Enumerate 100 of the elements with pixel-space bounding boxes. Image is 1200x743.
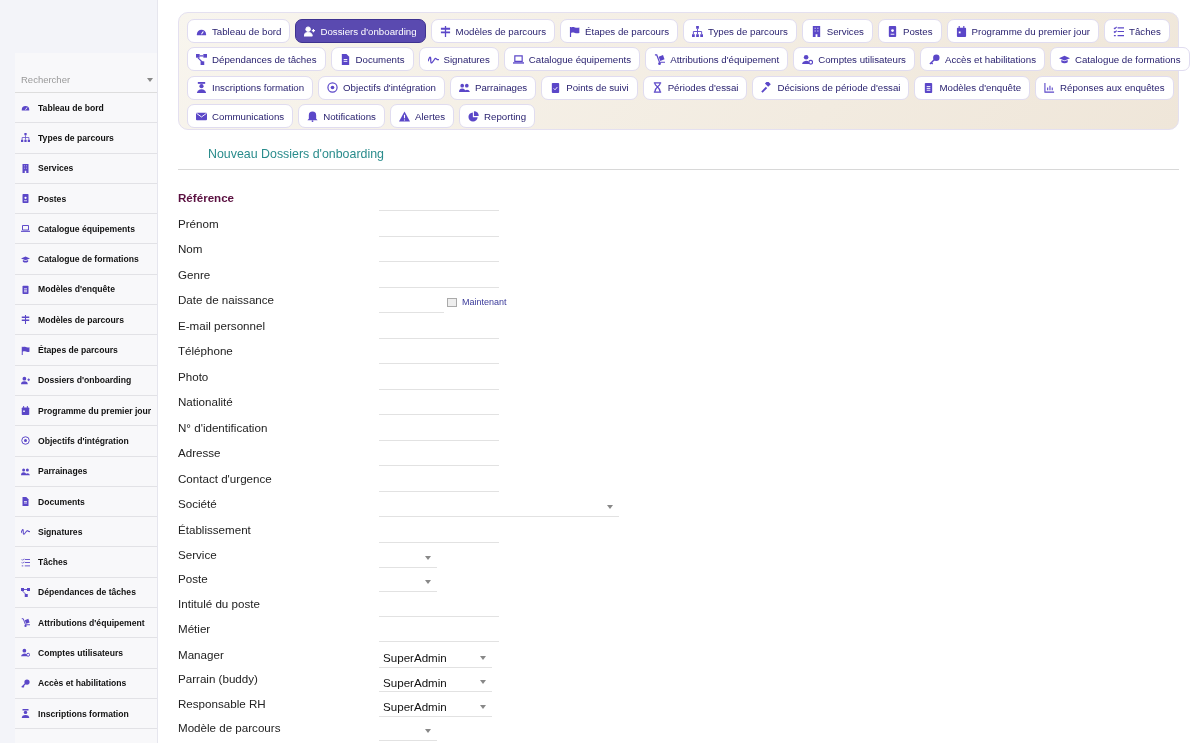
sidebar-item[interactable]: Documents [15,486,157,518]
dropdown[interactable]: SuperAdmin [379,697,492,717]
sidebar-item[interactable]: Comptes utilisateurs [15,638,157,669]
sidebar-item[interactable]: Étapes de parcours [15,335,157,366]
nav-tab[interactable]: Types de parcours [683,19,797,44]
clipboard-check-icon [550,82,562,94]
field-label: Téléphone [178,343,234,358]
sidebar-item[interactable]: Tâches [15,547,157,578]
field-label: Prénom [178,215,220,231]
caret-icon [480,655,486,660]
key-icon [928,53,940,65]
field-label: Responsable RH [178,695,267,711]
user-plus-icon [21,375,30,385]
sidebar-item[interactable]: Modèles de parcours [15,305,157,336]
sidebar-item[interactable]: Signatures [15,517,157,548]
users-icon [458,82,470,94]
signpost-icon [439,25,451,37]
signature-icon [21,527,30,537]
sidebar-item[interactable]: Parrainages [15,456,157,487]
sidebar-item[interactable]: Modèles d'enquête [15,274,157,306]
nav-tab[interactable]: Attributions d'équipement [645,47,789,72]
sidebar-item[interactable]: Programme du premier jour [15,395,157,427]
dropdown[interactable]: SuperAdmin [379,673,492,693]
gavel-icon [761,82,773,94]
nav-tab[interactable]: Signatures [418,47,499,72]
nav-tab[interactable]: Catalogue équipements [503,47,641,72]
sidebar-item[interactable]: Attributions d'équipement [15,608,157,639]
caret-icon [480,680,486,685]
field-label: Métier [178,621,212,637]
graduation-cap-icon [21,254,30,264]
sidebar-item[interactable]: Postes [15,183,157,215]
sidebar-item[interactable]: Objectifs d'intégration [15,426,157,457]
nav-tab[interactable]: Postes [877,19,942,44]
hierarchy-icon [692,25,704,37]
target-icon [21,436,30,446]
nav-tab[interactable]: Services [801,19,873,44]
nav-tab[interactable]: Points de suivi [541,75,638,100]
calendar-icon [21,406,30,416]
caret-icon [147,77,153,82]
user-gear-icon [21,648,30,658]
nav-tab[interactable]: Tâches [1104,19,1170,44]
nav-tab[interactable]: Modèles d'enquête [914,75,1031,100]
field-label: Contact d'urgence [178,470,273,486]
nav-tab[interactable]: Comptes utilisateurs [793,47,915,72]
field-label: Date de naissance [178,292,276,307]
hand-truck-icon [654,53,666,65]
now-link[interactable]: Maintenant [447,297,507,307]
nav-tab[interactable]: Inscriptions formation [187,75,314,100]
nav-tab[interactable]: Catalogue de formations [1050,47,1190,72]
nodes-icon [196,53,207,65]
field-label: Service [178,547,218,562]
gauge-icon [21,103,30,113]
calendar-icon [955,25,967,37]
nav-tab[interactable]: Tableau de bord [187,19,291,44]
nav-tab[interactable]: Parrainages [449,75,537,100]
sidebar-item[interactable]: Inscriptions formation [15,698,157,730]
users-icon [21,466,30,476]
nav-tab[interactable]: Alertes [389,104,455,129]
field-label: Modèle de parcours [178,719,282,735]
document-icon [339,53,351,65]
nav-tab[interactable]: Programme du premier jour [946,19,1099,44]
nav-tab[interactable]: Périodes d'essai [642,75,748,100]
sidebar-item[interactable]: Accès et habilitations [15,668,157,699]
teacher-icon [196,82,207,94]
field-label: Établissement [178,521,252,537]
nav-tab[interactable]: Notifications [298,104,385,129]
field-label: Manager [178,646,225,662]
sidebar-item[interactable]: Catalogue équipements [15,214,157,245]
nav-tab[interactable]: Documents [330,47,414,72]
sidebar-item[interactable]: Services [15,153,157,184]
field-label: Intitulé du poste [178,595,261,611]
sidebar-item[interactable]: Types de parcours [15,123,157,154]
signpost-icon [21,315,30,325]
nav-tab[interactable]: Reporting [459,104,536,129]
checklist-icon [1113,25,1124,37]
nav-tab[interactable]: Modèles de parcours [430,19,556,44]
nav-tab[interactable]: Dépendances de tâches [187,47,326,72]
sidebar-item[interactable]: Dépendances de tâches [15,577,157,609]
checklist-icon [21,557,30,567]
sidebar-item[interactable]: Dossiers d'onboarding [15,365,157,396]
nav-tab[interactable]: Communications [187,104,294,129]
laptop-icon [21,224,30,234]
nav-tab[interactable]: Accès et habilitations [919,47,1045,72]
field-label: Société [178,496,218,511]
envelope-icon [196,110,207,122]
target-icon [327,82,339,94]
sidebar-item[interactable]: Catalogue de formations [15,244,157,275]
nav-tab[interactable]: Décisions de période d'essai [752,75,910,100]
dropdown[interactable]: SuperAdmin [379,648,492,668]
sidebar-item[interactable]: Tableau de bord [15,93,157,124]
nav-tab[interactable]: Dossiers d'onboarding [295,19,426,44]
nav-tab[interactable]: Réponses aux enquêtes [1035,75,1174,100]
teacher-icon [21,709,30,719]
key-icon [21,678,30,688]
field-label: Photo [178,368,210,384]
nav-tab[interactable]: Objectifs d'intégration [318,75,445,100]
nav-tab[interactable]: Étapes de parcours [560,19,679,44]
caret-icon [425,728,431,733]
hierarchy-icon [21,133,30,143]
field-label: Nationalité [178,394,234,409]
